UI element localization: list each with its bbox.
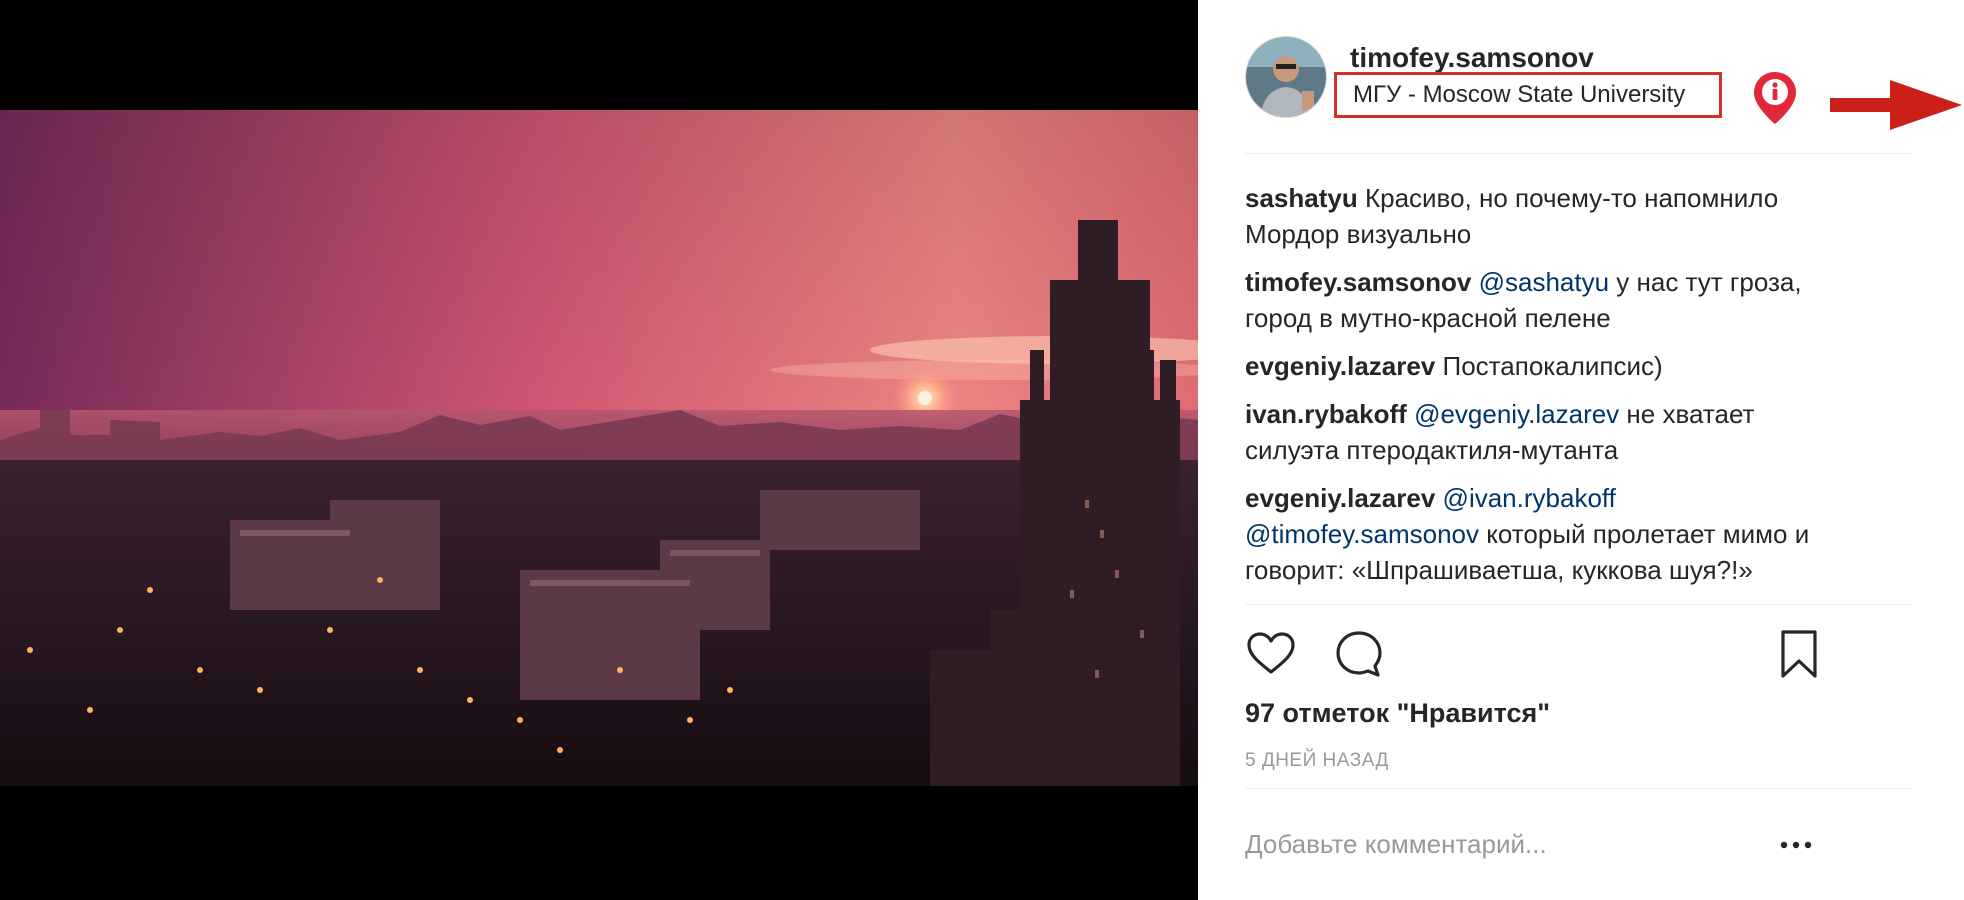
comment-text: Постапокалипсис) (1435, 351, 1663, 381)
mention-link[interactable]: @ivan.rybakoff (1443, 483, 1616, 513)
divider (1245, 604, 1912, 605)
speech-bubble-icon[interactable] (1333, 628, 1385, 680)
comment-username[interactable]: evgeniy.lazarev (1245, 483, 1435, 513)
comment-item: sashatyu Красиво, но почему-то напомнило… (1245, 180, 1825, 252)
post-details-panel: timofey.samsonov МГУ - Moscow State Univ… (1198, 0, 1964, 900)
add-comment-input[interactable] (1245, 822, 1765, 866)
user-photo-icon (1246, 37, 1326, 117)
comment-item: ivan.rybakoff @evgeniy.lazarev не хватае… (1245, 396, 1825, 468)
location-highlight-box: МГУ - Moscow State University (1334, 72, 1722, 118)
divider (1245, 153, 1912, 154)
action-bar (1245, 628, 1825, 684)
comment-text (1471, 267, 1478, 297)
mention-link[interactable]: @evgeniy.lazarev (1414, 399, 1619, 429)
comment-item: timofey.samsonov @sashatyu у нас тут гро… (1245, 264, 1825, 336)
more-options-icon[interactable] (1776, 830, 1816, 860)
post-location-link[interactable]: МГУ - Moscow State University (1353, 81, 1685, 109)
post-photo[interactable] (0, 0, 1198, 900)
comment-text (1407, 399, 1414, 429)
comments-list[interactable]: sashatyu Красиво, но почему-то напомнило… (1245, 180, 1825, 604)
heart-icon[interactable] (1245, 628, 1297, 680)
comment-text (1435, 483, 1442, 513)
avatar[interactable] (1245, 36, 1327, 118)
mention-link[interactable]: @sashatyu (1479, 267, 1609, 297)
divider (1245, 788, 1912, 789)
mention-link[interactable]: @timofey.samsonov (1245, 519, 1479, 549)
post-timestamp[interactable]: 5 ДНЕЙ НАЗАД (1245, 750, 1389, 772)
moscow-sunset-image (0, 110, 1198, 786)
comment-username[interactable]: evgeniy.lazarev (1245, 351, 1435, 381)
bookmark-icon[interactable] (1773, 628, 1825, 680)
info-pin-icon (1754, 72, 1796, 124)
comment-item: evgeniy.lazarev @ivan.rybakoff @timofey.… (1245, 480, 1825, 588)
comment-username[interactable]: sashatyu (1245, 183, 1358, 213)
annotation-arrow-icon (1830, 80, 1962, 130)
comment-item: evgeniy.lazarev Постапокалипсис) (1245, 348, 1825, 384)
comment-username[interactable]: timofey.samsonov (1245, 267, 1471, 297)
post-author-username[interactable]: timofey.samsonov (1350, 42, 1594, 74)
likes-count[interactable]: 97 отметок "Нравится" (1245, 698, 1550, 729)
comment-username[interactable]: ivan.rybakoff (1245, 399, 1407, 429)
